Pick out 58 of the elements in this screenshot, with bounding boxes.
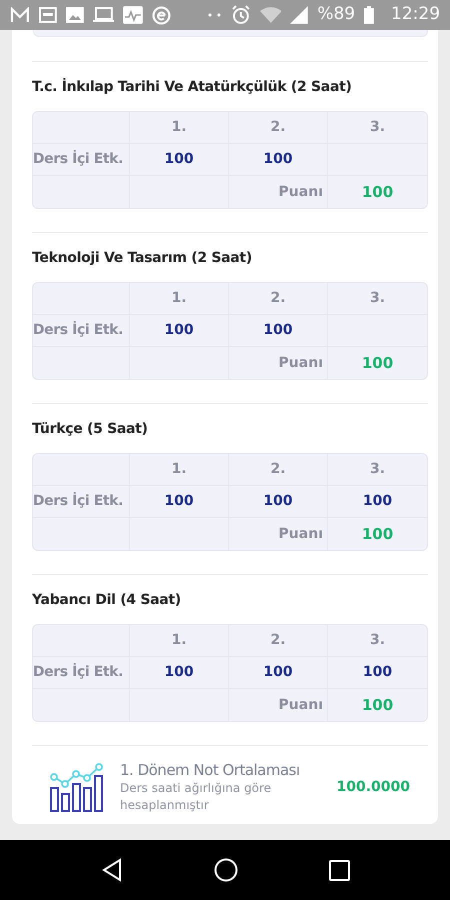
bar-chart-icon [50,762,104,812]
row-label: Ders İçi Etk. [33,315,130,347]
average-value: 100.0000 [336,778,410,796]
clock-time: 12:29 [391,3,440,26]
back-icon[interactable] [100,858,122,882]
home-icon[interactable] [214,858,238,882]
mail-icon [10,7,30,23]
course-title: Türkçe (5 Saat) [32,420,149,439]
score-cell: 100 [229,144,328,176]
term-header: 1. [130,283,229,315]
term-header: 1. [130,625,229,657]
letter-e-icon [152,6,171,24]
score-cell: 100 [130,144,229,176]
signal-icon [290,6,308,24]
term-header: 3. [328,283,427,315]
laptop-icon [92,7,114,23]
term-header: 3. [328,625,427,657]
term-header: 1. [130,454,229,486]
battery-percent: %89 [317,3,356,26]
term-header: 1. [130,112,229,144]
score-cell: 100 [328,657,427,689]
final-score: 100 [360,352,394,374]
score-label: Puanı [229,518,328,550]
term-header: 2. [229,454,328,486]
calendar-icon [38,7,57,23]
pulse-icon [123,6,144,24]
recents-icon[interactable] [328,860,350,880]
score-cell: 100 [130,657,229,689]
term-header: 2. [229,283,328,315]
average-note: Ders saati ağırlığına göre hesaplanmıştır [120,780,272,814]
wifi-icon [260,7,282,23]
score-label: Puanı [229,689,328,721]
score-cell: 100 [130,315,229,347]
row-label: Ders İçi Etk. [33,657,130,689]
course-title: Teknoloji Ve Tasarım (2 Saat) [32,249,253,268]
image-icon [66,7,84,23]
score-cell: 100 [328,486,427,518]
score-cell: 100 [229,315,328,347]
term-header: 2. [229,625,328,657]
score-label: Puanı [229,176,328,208]
dots-icon [208,13,222,17]
final-score: 100 [360,694,394,716]
score-cell: 100 [130,486,229,518]
term-header: 3. [328,454,427,486]
average-title: 1. Dönem Not Ortalaması [120,760,300,780]
final-score: 100 [360,182,394,203]
score-cell: 100 [229,486,328,518]
course-title: T.c. İnkılap Tarihi Ve Atatürkçülük (2 Saat) [32,77,353,97]
score-cell: 100 [229,657,328,689]
score-label: Puanı [229,347,328,379]
final-score: 100 [360,524,394,545]
row-label: Ders İçi Etk. [33,144,130,176]
term-header: 3. [328,112,427,144]
term-header: 2. [229,112,328,144]
course-title: Yabancı Dil (4 Saat) [32,591,182,610]
battery-icon [364,6,374,24]
row-label: Ders İçi Etk. [33,486,130,518]
alarm-clock-icon [230,5,251,25]
